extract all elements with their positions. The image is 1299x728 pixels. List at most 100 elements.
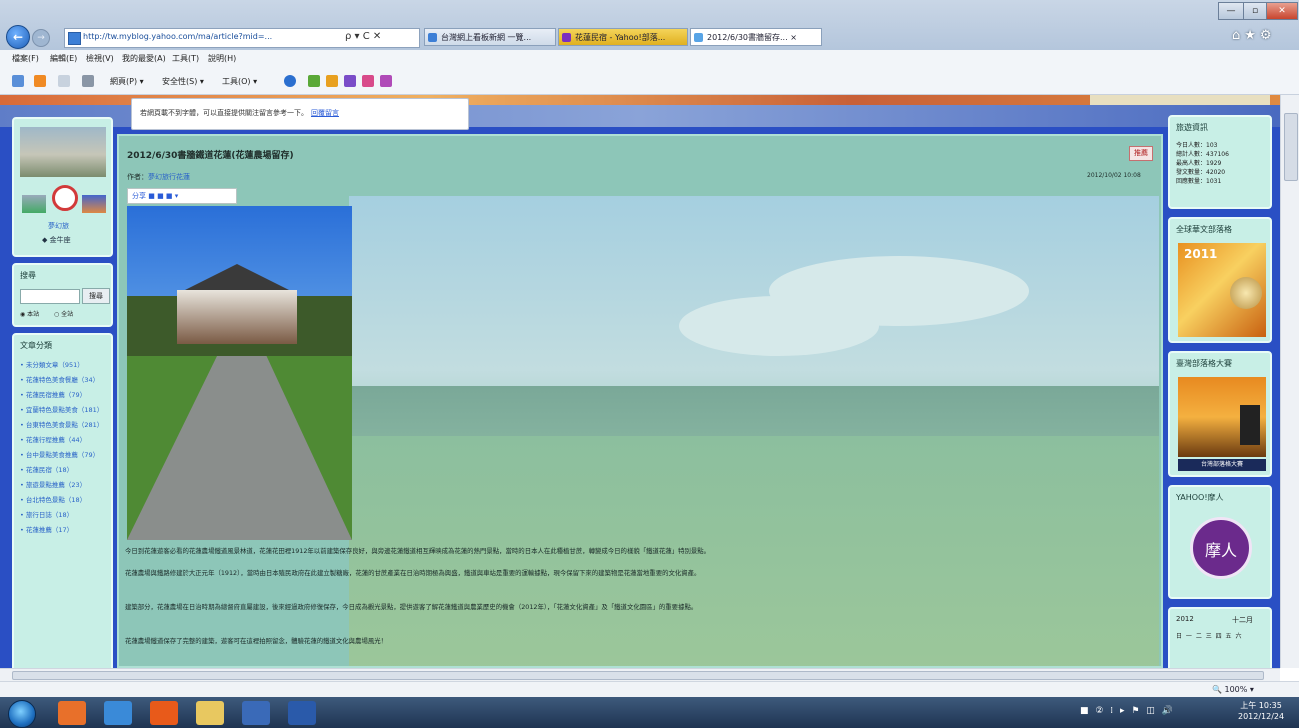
- tab-label: 花蓮民宿 - Yahoo!部落...: [575, 33, 666, 42]
- category-title: 文章分類: [20, 341, 52, 350]
- profile-banner-image: [20, 127, 106, 177]
- close-button[interactable]: ✕: [1266, 2, 1298, 20]
- stats-row: 總計人數：437106: [1176, 151, 1229, 158]
- category-item[interactable]: • 台北特色景點（18）: [20, 496, 108, 505]
- address-bar[interactable]: http://tw.myblog.yahoo.com/ma/article?mi…: [64, 28, 420, 48]
- recommend-badge[interactable]: 推薦: [1129, 146, 1153, 161]
- horizontal-scroll-thumb[interactable]: [12, 671, 1264, 680]
- calendar-month[interactable]: 十二月: [1232, 615, 1253, 625]
- share-bar[interactable]: 分享 ■ ■ ■ ▾: [127, 188, 237, 204]
- addon-icon-2[interactable]: [362, 75, 374, 87]
- calendar-weekdays: 日 一 二 三 四 五 六: [1176, 633, 1243, 640]
- tab-favicon-icon: [694, 33, 703, 42]
- category-item[interactable]: • 花蓮推薦（17）: [20, 526, 108, 535]
- pen-icon[interactable]: [326, 75, 338, 87]
- category-item[interactable]: • 未分類文章（951）: [20, 361, 108, 370]
- tools-menu[interactable]: 工具(O) ▾: [222, 76, 257, 87]
- addon-icon-3[interactable]: [380, 75, 392, 87]
- menu-help[interactable]: 說明(H): [208, 53, 236, 64]
- contest-caption: 台灣部落格大賽: [1178, 459, 1266, 471]
- firefox-icon[interactable]: [150, 701, 178, 725]
- post-paragraph: 今日到花蓮遊客必看的花蓮農場鐵道風景林道，花蓮花田裡1912年以前建築保存良好，…: [125, 547, 711, 555]
- post-photo[interactable]: [127, 206, 352, 540]
- menu-favorites[interactable]: 我的最愛(A): [122, 53, 166, 64]
- post-title: 2012/6/30書牆鐵道花蓮(花蓮農場留存): [127, 151, 294, 161]
- calendar-year[interactable]: 2012: [1176, 615, 1194, 623]
- print-icon[interactable]: [82, 75, 94, 87]
- category-item[interactable]: • 旅行日誌（18）: [20, 511, 108, 520]
- tab-2[interactable]: 花蓮民宿 - Yahoo!部落...: [558, 28, 688, 46]
- category-list: • 未分類文章（951） • 花蓮特色美食餐廳（34） • 花蓮民宿推薦（79） • …: [20, 361, 108, 541]
- command-bar: 網頁(P) ▾ 安全性(S) ▾ 工具(O) ▾: [0, 68, 1299, 95]
- profile-name[interactable]: 夢幻旅: [48, 221, 69, 231]
- category-item[interactable]: • 花蓮民宿（18）: [20, 466, 108, 475]
- contest-banner-image[interactable]: [1178, 377, 1266, 457]
- category-item[interactable]: • 宜蘭特色景點美食（181）: [20, 406, 108, 415]
- feeds-icon[interactable]: [34, 75, 46, 87]
- author-label: 作者：: [127, 173, 148, 181]
- calendar-panel: 2012 十二月 日 一 二 三 四 五 六: [1168, 607, 1272, 668]
- stats-row: 今日人數：103: [1176, 142, 1218, 149]
- stats-row: 發文數量：42020: [1176, 169, 1226, 176]
- addon-icon[interactable]: [308, 75, 320, 87]
- stats-row: 最高人數：1929: [1176, 160, 1222, 167]
- mail-icon[interactable]: [58, 75, 70, 87]
- back-button[interactable]: ←: [6, 25, 30, 49]
- home-favorites-tools-icons[interactable]: ⌂★⚙: [1232, 28, 1276, 43]
- category-item[interactable]: • 花蓮特色美食餐廳（34）: [20, 376, 108, 385]
- search-scope-site[interactable]: ◉ 本站: [20, 309, 39, 318]
- safety-menu[interactable]: 安全性(S) ▾: [162, 76, 204, 87]
- notice-message: 若網頁載不到字體，可以直接提供關注留言參考一下。: [140, 109, 308, 117]
- profile-thumb-left: [22, 195, 46, 213]
- yahoo-moren-logo[interactable]: 摩人: [1190, 517, 1252, 579]
- minimize-button[interactable]: —: [1218, 2, 1244, 20]
- category-item[interactable]: • 台東特色美食景點（281）: [20, 421, 108, 430]
- category-item[interactable]: • 旅遊景點推薦（23）: [20, 481, 108, 490]
- media-player-icon[interactable]: [242, 701, 270, 725]
- yahoo-favicon-icon: [562, 33, 571, 42]
- share-label[interactable]: 分享 ■ ■ ■ ▾: [132, 191, 178, 201]
- horizontal-scrollbar[interactable]: [0, 668, 1280, 681]
- folder-icon[interactable]: [196, 701, 224, 725]
- home-icon[interactable]: [12, 75, 24, 87]
- menu-tools[interactable]: 工具(T): [172, 53, 199, 64]
- search-button[interactable]: 搜尋: [82, 288, 110, 304]
- vertical-scrollbar[interactable]: [1280, 95, 1299, 668]
- page-menu[interactable]: 網頁(P) ▾: [110, 76, 144, 87]
- address-controls[interactable]: ρ ▾ C ✕: [345, 31, 381, 42]
- restore-button[interactable]: ▫: [1243, 2, 1267, 20]
- start-button[interactable]: [8, 700, 36, 728]
- photo-house-wall: [177, 290, 297, 344]
- tab-3-active[interactable]: 2012/6/30書牆留存... ×: [690, 28, 822, 46]
- internet-explorer-icon[interactable]: [104, 701, 132, 725]
- zoom-control[interactable]: 🔍 100% ▾: [1212, 685, 1254, 694]
- search-scope-all[interactable]: ○ 全站: [54, 309, 73, 318]
- browser-title-bar: — ▫ ✕ ← → http://tw.myblog.yahoo.com/ma/…: [0, 0, 1299, 50]
- onenote-icon[interactable]: [344, 75, 356, 87]
- tab-1[interactable]: 台灣網上看板新網 一覽...: [424, 28, 556, 46]
- taskbar-app-icon[interactable]: [58, 701, 86, 725]
- category-item[interactable]: • 台中景點美食推薦（79）: [20, 451, 108, 460]
- avatar[interactable]: [52, 185, 78, 211]
- search-input[interactable]: [20, 289, 80, 304]
- stats-panel: 旅遊資訊 今日人數：103 總計人數：437106 最高人數：1929 發文數量：42…: [1168, 115, 1272, 209]
- stats-row: 回應數量：1031: [1176, 178, 1222, 185]
- address-text[interactable]: http://tw.myblog.yahoo.com/ma/article?mi…: [83, 32, 343, 41]
- menu-edit[interactable]: 編輯(E): [50, 53, 77, 64]
- forward-button[interactable]: →: [32, 29, 50, 47]
- menu-bar: 檔案(F) 編輯(E) 檢視(V) 我的最愛(A) 工具(T) 說明(H): [0, 50, 1299, 69]
- category-item[interactable]: • 花蓮行程推薦（44）: [20, 436, 108, 445]
- category-item[interactable]: • 花蓮民宿推薦（79）: [20, 391, 108, 400]
- award-badge-image[interactable]: 2011: [1178, 243, 1266, 337]
- yahoo-panel: YAHOO!摩人 摩人: [1168, 485, 1272, 599]
- help-icon[interactable]: [284, 75, 296, 87]
- word-icon[interactable]: [288, 701, 316, 725]
- notice-link[interactable]: 回覆留言: [311, 109, 339, 117]
- taskbar-clock[interactable]: 上午 10:35 2012/12/24: [1238, 700, 1284, 722]
- category-panel: 文章分類 • 未分類文章（951） • 花蓮特色美食餐廳（34） • 花蓮民宿推薦（…: [12, 333, 113, 668]
- menu-view[interactable]: 檢視(V): [86, 53, 114, 64]
- menu-file[interactable]: 檔案(F): [12, 53, 39, 64]
- system-tray-icons[interactable]: ■ ② ⁞ ▸ ⚑ ◫ 🔊: [1080, 706, 1175, 716]
- author-link[interactable]: 夢幻旅行花蓮: [148, 173, 190, 181]
- vertical-scroll-thumb[interactable]: [1284, 113, 1298, 181]
